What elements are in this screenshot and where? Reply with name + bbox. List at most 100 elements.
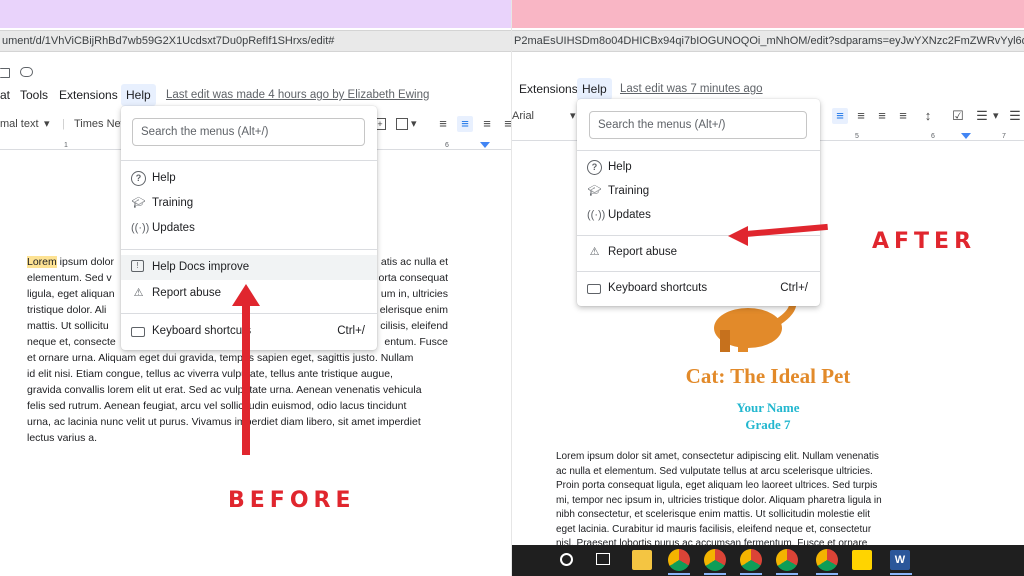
right-indent-marker[interactable] bbox=[961, 133, 971, 139]
windows-taskbar: W bbox=[512, 545, 1024, 576]
menu-item-label: Report abuse bbox=[152, 287, 222, 299]
chrome-icon[interactable] bbox=[776, 549, 798, 571]
keyboard-shortcut-hint: Ctrl+/ bbox=[337, 325, 365, 337]
help-menu-item-updates[interactable]: ((·)) Updates bbox=[577, 203, 820, 228]
help-menu-item-help-docs-improve[interactable]: ! Help Docs improve bbox=[121, 255, 377, 280]
broadcast-icon: ((·)) bbox=[131, 222, 150, 234]
insert-image-icon[interactable] bbox=[396, 118, 408, 130]
chrome-icon[interactable] bbox=[668, 549, 690, 571]
help-menu-item-training[interactable]: 🎓︎ Training bbox=[577, 179, 820, 204]
running-indicator bbox=[890, 573, 912, 575]
line-spacing-icon[interactable]: ↕ bbox=[920, 108, 936, 124]
align-right-icon[interactable]: ≡ bbox=[479, 116, 495, 132]
task-view-icon[interactable] bbox=[596, 553, 610, 565]
cat-illustration bbox=[714, 300, 797, 352]
help-menu-item-keyboard-shortcuts[interactable]: Keyboard shortcuts Ctrl+/ bbox=[577, 276, 820, 301]
last-edit-link[interactable]: Last edit was made 4 hours ago by Elizab… bbox=[166, 84, 429, 106]
menu-divider bbox=[577, 150, 820, 151]
menu-extensions[interactable]: Extensions bbox=[59, 84, 118, 106]
toolbar-divider: | bbox=[62, 118, 65, 130]
move-icon[interactable] bbox=[0, 68, 10, 78]
menu-divider bbox=[121, 160, 377, 161]
align-center-icon[interactable]: ≡ bbox=[457, 116, 473, 132]
running-indicator bbox=[668, 573, 690, 575]
before-caption: BEFORE bbox=[228, 488, 356, 513]
align-center-icon[interactable]: ≡ bbox=[853, 108, 869, 124]
menu-item-label: Help bbox=[152, 172, 176, 184]
help-menu-item-help[interactable]: ? Help bbox=[121, 166, 377, 191]
text-line: cilisis, eleifend bbox=[380, 320, 448, 332]
help-menu-item-training[interactable]: 🎓︎ Training bbox=[121, 191, 377, 216]
text-segment: ipsum dolor bbox=[56, 256, 114, 268]
graduation-cap-icon: 🎓︎ bbox=[131, 197, 146, 209]
ruler-tick: 6 bbox=[445, 142, 449, 149]
help-menu-item-help[interactable]: ? Help bbox=[577, 155, 820, 180]
keyboard-icon bbox=[131, 327, 145, 337]
align-justify-icon[interactable]: ≡ bbox=[895, 108, 911, 124]
menu-item-label: Report abuse bbox=[608, 246, 678, 258]
word-icon[interactable]: W bbox=[890, 550, 910, 570]
menu-help[interactable]: Help bbox=[121, 84, 156, 106]
help-circle-icon: ? bbox=[131, 171, 146, 186]
document-grade: Grade 7 bbox=[745, 417, 791, 432]
text-line: Proin porta consequat ligula, eget aliqu… bbox=[556, 480, 878, 491]
style-dropdown-icon[interactable]: ▾ bbox=[44, 110, 50, 138]
keyboard-shortcut-hint: Ctrl+/ bbox=[780, 282, 808, 294]
menu-divider bbox=[577, 235, 820, 236]
align-left-icon[interactable]: ≡ bbox=[435, 116, 451, 132]
running-indicator bbox=[704, 573, 726, 575]
document-title: Cat: The Ideal Pet bbox=[685, 364, 851, 388]
search-menus-input[interactable]: Search the menus (Alt+/) bbox=[589, 111, 807, 139]
chrome-icon[interactable] bbox=[816, 549, 838, 571]
document-body[interactable]: Lorem ipsum dolor sit amet, consectetur … bbox=[556, 450, 952, 552]
sticky-notes-icon[interactable] bbox=[852, 550, 872, 570]
text-line: felis sed rutrum. Aenean feugiat, arcu v… bbox=[27, 400, 407, 412]
help-menu-item-report-abuse[interactable]: ⚠︎ Report abuse bbox=[577, 240, 820, 265]
file-explorer-icon[interactable] bbox=[632, 550, 652, 570]
text-line: mi, tempor nec ipsum in, ultricies trist… bbox=[556, 494, 882, 506]
menu-format[interactable]: at bbox=[0, 84, 10, 106]
menu-item-label: Training bbox=[152, 197, 194, 209]
search-menus-input[interactable]: Search the menus (Alt+/) bbox=[132, 118, 365, 146]
align-right-icon[interactable]: ≡ bbox=[874, 108, 890, 124]
address-bar[interactable]: ument/d/1VhViCBijRhBd7wb59G2X1Ucdsxt7Du0… bbox=[0, 30, 512, 52]
warning-triangle-icon: ⚠︎ bbox=[133, 287, 144, 299]
menu-divider bbox=[121, 249, 377, 250]
last-edit-link[interactable]: Last edit was 7 minutes ago bbox=[620, 78, 763, 100]
image-dropdown-icon[interactable]: ▾ bbox=[411, 110, 417, 138]
address-bar[interactable]: P2maEsUIHSDm8o04DHICBx94qi7bIOGUNOQOi_mN… bbox=[512, 30, 1024, 52]
running-indicator bbox=[776, 573, 798, 575]
menu-item-label: Keyboard shortcuts bbox=[152, 325, 252, 337]
ruler-tick: 1 bbox=[64, 142, 68, 149]
text-line: lectus varius a. bbox=[27, 432, 98, 444]
paragraph-style-select[interactable]: mal text bbox=[0, 110, 39, 138]
bulleted-list-icon[interactable]: ☰ bbox=[974, 108, 990, 124]
cloud-saved-icon[interactable] bbox=[20, 67, 33, 77]
menu-item-label: Help Docs improve bbox=[152, 261, 250, 273]
menu-help[interactable]: Help bbox=[577, 78, 612, 100]
highlighted-word: Lorem bbox=[27, 256, 57, 268]
graduation-cap-icon: 🎓︎ bbox=[587, 185, 602, 197]
align-left-icon[interactable]: ≡ bbox=[832, 108, 848, 124]
font-dropdown-icon[interactable]: ▾ bbox=[570, 102, 576, 130]
chrome-icon[interactable] bbox=[740, 549, 762, 571]
menu-tools[interactable]: Tools bbox=[20, 84, 48, 106]
running-indicator bbox=[740, 573, 762, 575]
checklist-icon[interactable]: ☑ bbox=[950, 108, 966, 124]
text-line: ac nulla et elementum. Sed vulputate tel… bbox=[556, 465, 873, 477]
text-line: eget lacinia. Curabitur id mauris facili… bbox=[556, 523, 872, 535]
font-select[interactable]: Arial bbox=[512, 102, 534, 130]
text-line: elerisque enim bbox=[379, 304, 448, 316]
ruler-tick: 5 bbox=[855, 133, 859, 140]
numbered-list-icon[interactable]: ☰ bbox=[1007, 108, 1023, 124]
help-menu-item-updates[interactable]: ((·)) Updates bbox=[121, 216, 377, 241]
text-line: atis ac nulla et bbox=[380, 256, 448, 268]
menu-extensions[interactable]: Extensions bbox=[519, 78, 578, 100]
chrome-icon[interactable] bbox=[704, 549, 726, 571]
right-indent-marker[interactable] bbox=[480, 142, 490, 148]
list-dropdown-icon[interactable]: ▾ bbox=[993, 102, 999, 130]
warning-triangle-icon: ⚠︎ bbox=[589, 246, 600, 258]
menu-bar: at Tools Extensions Help Last edit was m… bbox=[0, 84, 512, 106]
windows-search-icon[interactable] bbox=[560, 553, 573, 566]
broadcast-icon: ((·)) bbox=[587, 209, 606, 221]
